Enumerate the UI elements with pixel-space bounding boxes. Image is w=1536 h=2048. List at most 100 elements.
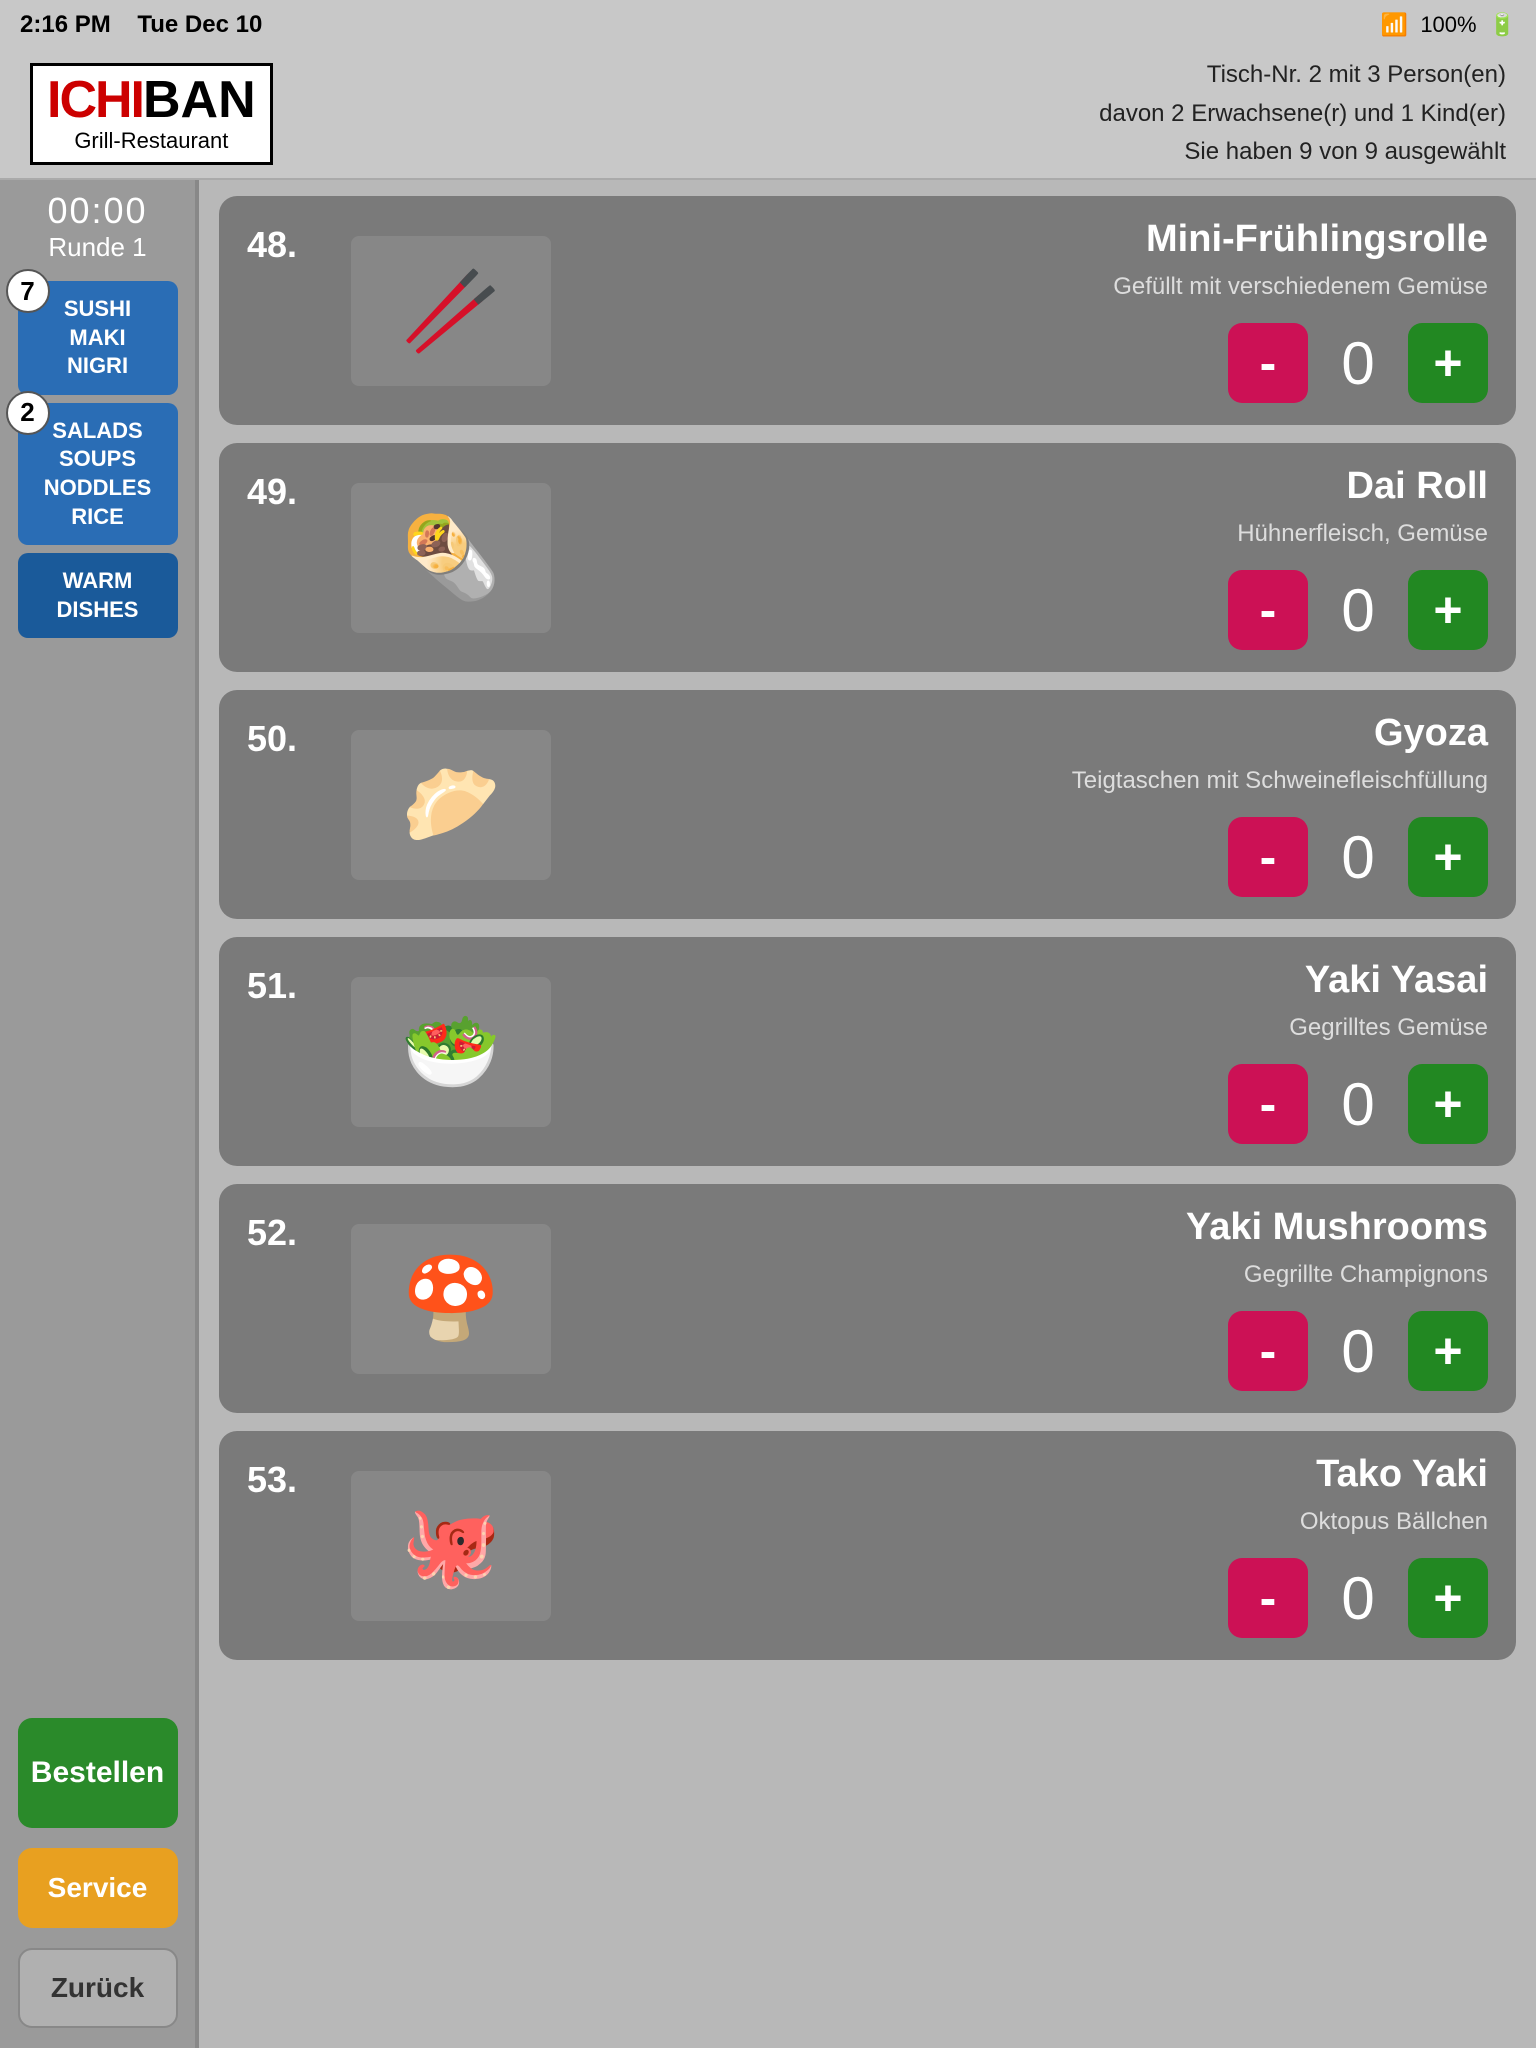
quantity-value: 0 bbox=[1328, 1564, 1388, 1633]
menu-name: Yaki Yasai bbox=[1305, 959, 1488, 1002]
category-salads[interactable]: 2 SALADSSOUPSNODDLESRICE bbox=[18, 403, 178, 545]
status-time: 2:16 PM bbox=[20, 11, 111, 38]
menu-name: Dai Roll bbox=[1347, 465, 1488, 508]
category-warm-label: WARMDISHES bbox=[28, 567, 168, 624]
food-emoji: 🍄 bbox=[351, 1224, 551, 1374]
plus-button[interactable]: + bbox=[1408, 323, 1488, 403]
menu-description: Gegrillte Champignons bbox=[1244, 1261, 1488, 1289]
logo-sub: Grill-Restaurant bbox=[47, 128, 256, 154]
status-bar: 2:16 PM Tue Dec 10 📶 100% 🔋 bbox=[0, 0, 1536, 50]
logo-box: ICHIBAN Grill-Restaurant bbox=[30, 63, 273, 165]
category-sushi-badge: 7 bbox=[6, 269, 50, 313]
status-icons: 📶 100% 🔋 bbox=[1381, 12, 1516, 38]
menu-info: Yaki Yasai Gegrilltes Gemüse - 0 + bbox=[585, 959, 1488, 1144]
quantity-control: - 0 + bbox=[1228, 1311, 1488, 1391]
menu-image: 🥢 bbox=[341, 231, 561, 391]
food-emoji: 🐙 bbox=[351, 1471, 551, 1621]
menu-info: Tako Yaki Oktopus Bällchen - 0 + bbox=[585, 1453, 1488, 1638]
menu-image: 🌯 bbox=[341, 478, 561, 638]
quantity-value: 0 bbox=[1328, 329, 1388, 398]
menu-card-2: 49. 🌯 Dai Roll Hühnerfleisch, Gemüse - 0… bbox=[219, 443, 1516, 672]
table-details: davon 2 Erwachsene(r) und 1 Kind(er) bbox=[1099, 95, 1506, 133]
category-salads-badge: 2 bbox=[6, 391, 50, 435]
menu-image: 🥟 bbox=[341, 725, 561, 885]
minus-button[interactable]: - bbox=[1228, 323, 1308, 403]
timer-round: Runde 1 bbox=[47, 232, 147, 263]
quantity-control: - 0 + bbox=[1228, 817, 1488, 897]
quantity-value: 0 bbox=[1328, 823, 1388, 892]
menu-name: Tako Yaki bbox=[1316, 1453, 1488, 1496]
timer-block: 00:00 Runde 1 bbox=[47, 190, 147, 263]
minus-button[interactable]: - bbox=[1228, 1311, 1308, 1391]
menu-name: Yaki Mushrooms bbox=[1186, 1206, 1488, 1249]
plus-button[interactable]: + bbox=[1408, 817, 1488, 897]
menu-card-4: 51. 🥗 Yaki Yasai Gegrilltes Gemüse - 0 + bbox=[219, 937, 1516, 1166]
menu-number: 53. bbox=[247, 1453, 317, 1501]
menu-card-3: 50. 🥟 Gyoza Teigtaschen mit Schweineflei… bbox=[219, 690, 1516, 919]
category-sushi-label: SUSHIMAKINIGRI bbox=[28, 295, 168, 381]
menu-number: 51. bbox=[247, 959, 317, 1007]
logo-ichi: ICHI bbox=[47, 71, 143, 129]
menu-number: 48. bbox=[247, 218, 317, 266]
table-info: Tisch-Nr. 2 mit 3 Person(en) bbox=[1099, 56, 1506, 94]
wifi-icon: 📶 bbox=[1381, 12, 1408, 38]
timer-display: 00:00 bbox=[47, 190, 147, 232]
menu-image: 🥗 bbox=[341, 972, 561, 1132]
plus-button[interactable]: + bbox=[1408, 1311, 1488, 1391]
battery-text: 100% bbox=[1420, 12, 1476, 38]
quantity-value: 0 bbox=[1328, 1070, 1388, 1139]
menu-name: Gyoza bbox=[1374, 712, 1488, 755]
food-emoji: 🥢 bbox=[351, 236, 551, 386]
minus-button[interactable]: - bbox=[1228, 1064, 1308, 1144]
logo-container: ICHIBAN Grill-Restaurant bbox=[30, 63, 273, 165]
status-time-date: 2:16 PM Tue Dec 10 bbox=[20, 11, 262, 39]
battery-icon: 🔋 bbox=[1489, 12, 1516, 38]
main-layout: 00:00 Runde 1 7 SUSHIMAKINIGRI 2 SALADSS… bbox=[0, 180, 1536, 2048]
service-button[interactable]: Service bbox=[18, 1848, 178, 1928]
category-salads-label: SALADSSOUPSNODDLESRICE bbox=[28, 417, 168, 531]
selection-info: Sie haben 9 von 9 ausgewählt bbox=[1099, 133, 1506, 171]
quantity-control: - 0 + bbox=[1228, 323, 1488, 403]
menu-number: 52. bbox=[247, 1206, 317, 1254]
menu-number: 49. bbox=[247, 465, 317, 513]
menu-description: Oktopus Bällchen bbox=[1300, 1508, 1488, 1536]
food-emoji: 🌯 bbox=[351, 483, 551, 633]
plus-button[interactable]: + bbox=[1408, 1064, 1488, 1144]
category-sushi[interactable]: 7 SUSHIMAKINIGRI bbox=[18, 281, 178, 395]
menu-info: Yaki Mushrooms Gegrillte Champignons - 0… bbox=[585, 1206, 1488, 1391]
category-warm[interactable]: WARMDISHES bbox=[18, 553, 178, 638]
content-area[interactable]: 48. 🥢 Mini-Frühlingsrolle Gefüllt mit ve… bbox=[199, 180, 1536, 2048]
menu-info: Mini-Frühlingsrolle Gefüllt mit verschie… bbox=[585, 218, 1488, 403]
minus-button[interactable]: - bbox=[1228, 570, 1308, 650]
menu-description: Gefüllt mit verschiedenem Gemüse bbox=[1113, 273, 1488, 301]
quantity-control: - 0 + bbox=[1228, 1558, 1488, 1638]
logo-row: ICHIBAN bbox=[47, 74, 256, 126]
menu-number: 50. bbox=[247, 712, 317, 760]
quantity-control: - 0 + bbox=[1228, 570, 1488, 650]
header-info: Tisch-Nr. 2 mit 3 Person(en) davon 2 Erw… bbox=[1099, 56, 1506, 171]
quantity-value: 0 bbox=[1328, 576, 1388, 645]
food-emoji: 🥗 bbox=[351, 977, 551, 1127]
minus-button[interactable]: - bbox=[1228, 817, 1308, 897]
menu-info: Dai Roll Hühnerfleisch, Gemüse - 0 + bbox=[585, 465, 1488, 650]
quantity-control: - 0 + bbox=[1228, 1064, 1488, 1144]
plus-button[interactable]: + bbox=[1408, 1558, 1488, 1638]
quantity-value: 0 bbox=[1328, 1317, 1388, 1386]
status-date: Tue Dec 10 bbox=[137, 11, 262, 38]
food-emoji: 🥟 bbox=[351, 730, 551, 880]
menu-card-6: 53. 🐙 Tako Yaki Oktopus Bällchen - 0 + bbox=[219, 1431, 1516, 1660]
bestellen-button[interactable]: Bestellen bbox=[18, 1718, 178, 1828]
menu-card-5: 52. 🍄 Yaki Mushrooms Gegrillte Champigno… bbox=[219, 1184, 1516, 1413]
menu-card-1: 48. 🥢 Mini-Frühlingsrolle Gefüllt mit ve… bbox=[219, 196, 1516, 425]
menu-image: 🍄 bbox=[341, 1219, 561, 1379]
menu-info: Gyoza Teigtaschen mit Schweinefleischfül… bbox=[585, 712, 1488, 897]
menu-name: Mini-Frühlingsrolle bbox=[1146, 218, 1488, 261]
menu-description: Gegrilltes Gemüse bbox=[1289, 1014, 1488, 1042]
plus-button[interactable]: + bbox=[1408, 570, 1488, 650]
minus-button[interactable]: - bbox=[1228, 1558, 1308, 1638]
sidebar: 00:00 Runde 1 7 SUSHIMAKINIGRI 2 SALADSS… bbox=[0, 180, 195, 2048]
app-header: ICHIBAN Grill-Restaurant Tisch-Nr. 2 mit… bbox=[0, 50, 1536, 180]
zuruck-button[interactable]: Zurück bbox=[18, 1948, 178, 2028]
menu-description: Teigtaschen mit Schweinefleischfüllung bbox=[1072, 767, 1488, 795]
menu-description: Hühnerfleisch, Gemüse bbox=[1237, 520, 1488, 548]
